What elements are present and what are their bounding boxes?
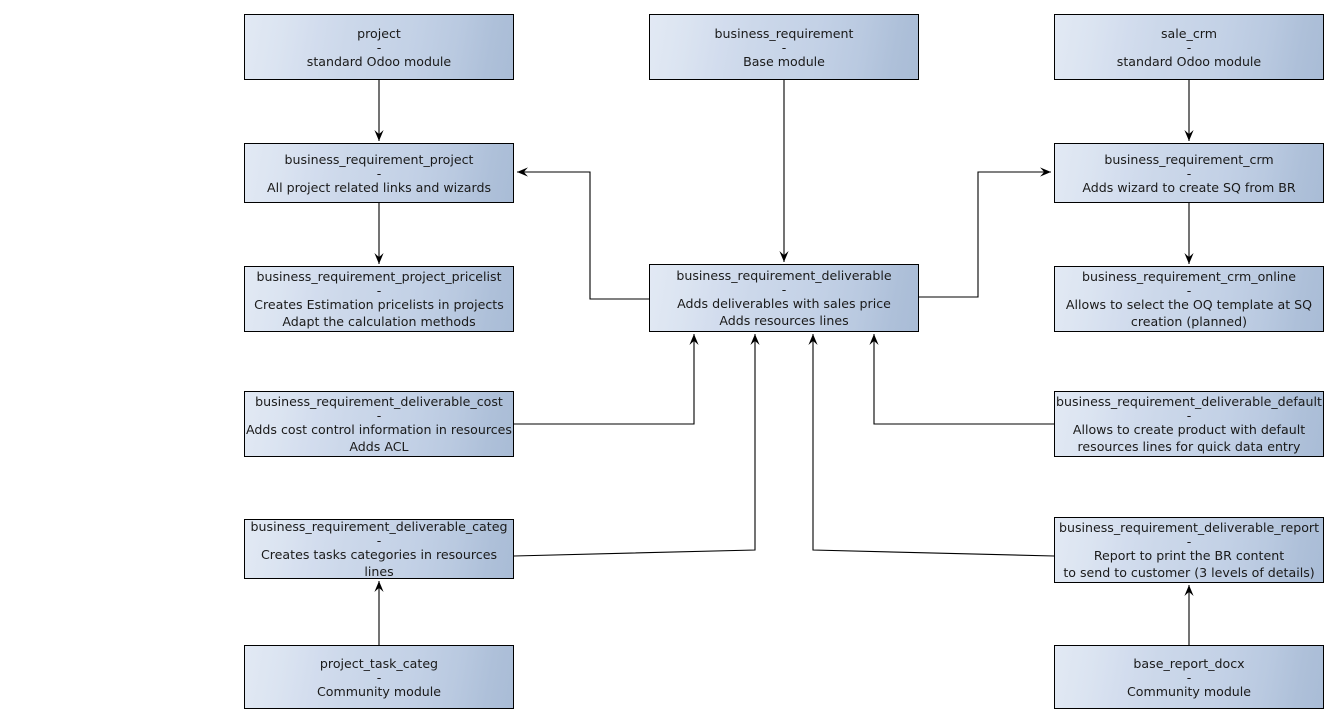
module-separator: -	[1186, 39, 1192, 55]
module-node-business_requirement_deliverable_report[interactable]: business_requirement_deliverable_report -…	[1054, 517, 1324, 583]
edge-sale_crm-to-business_requirement_crm	[1184, 80, 1194, 141]
module-separator: -	[781, 282, 787, 297]
module-separator: -	[376, 533, 382, 548]
edge-business_requirement_project-to-business_requirement_project_pricelist	[374, 203, 384, 264]
edge-layer	[374, 80, 1194, 645]
module-node-business_requirement_deliverable_default[interactable]: business_requirement_deliverable_default…	[1054, 391, 1324, 457]
edge-business_requirement_deliverable_cost-to-business_requirement_deliverable	[514, 334, 699, 425]
module-separator: -	[376, 165, 382, 181]
edge-business_requirement_deliverable_report-to-business_requirement_deliverable	[808, 334, 1055, 557]
module-node-business_requirement_deliverable_cost[interactable]: business_requirement_deliverable_cost - Ad…	[244, 391, 514, 457]
module-separator: -	[376, 283, 382, 298]
module-separator: -	[1186, 283, 1192, 298]
module-description: Creates Estimation pricelists in project…	[254, 297, 504, 329]
module-name: business_requirement_project	[284, 151, 474, 167]
module-node-business_requirement_deliverable_categ[interactable]: business_requirement_deliverable_categ - C…	[244, 519, 514, 579]
module-separator: -	[1186, 165, 1192, 181]
module-description: standard Odoo module	[1116, 53, 1262, 69]
module-description: Community module	[316, 683, 442, 699]
module-separator: -	[1186, 669, 1192, 685]
module-description: Adds wizard to create SQ from BR	[1082, 179, 1296, 195]
module-description: Adds deliverables with sales price Adds …	[677, 296, 891, 328]
edge-business_requirement_deliverable-to-business_requirement_project	[517, 167, 649, 300]
edge-project-to-business_requirement_project	[374, 80, 384, 141]
module-node-project[interactable]: project - standard Odoo module	[244, 14, 514, 80]
edge-business_requirement_deliverable_categ-to-business_requirement_deliverable	[513, 334, 760, 557]
module-name: sale_crm	[1161, 25, 1217, 41]
module-separator: -	[376, 39, 382, 55]
module-node-base_report_docx[interactable]: base_report_docx - Community module	[1054, 645, 1324, 709]
edge-business_requirement_crm-to-business_requirement_crm_online	[1184, 203, 1194, 264]
edge-project_task_categ-to-business_requirement_deliverable_categ	[374, 581, 384, 645]
module-node-business_requirement[interactable]: business_requirement - Base module	[649, 14, 919, 80]
module-description: Allows to create product with default re…	[1072, 422, 1306, 454]
module-name: project	[357, 25, 401, 41]
edge-business_requirement-to-business_requirement_deliverable	[779, 80, 789, 262]
module-name: base_report_docx	[1133, 655, 1245, 671]
module-description: Base module	[743, 53, 825, 69]
module-node-business_requirement_crm_online[interactable]: business_requirement_crm_online - Allows t…	[1054, 266, 1324, 332]
module-node-sale_crm[interactable]: sale_crm - standard Odoo module	[1054, 14, 1324, 80]
module-node-project_task_categ[interactable]: project_task_categ - Community module	[244, 645, 514, 709]
module-node-business_requirement_crm[interactable]: business_requirement_crm - Adds wizard to …	[1054, 143, 1324, 203]
module-separator: -	[781, 39, 787, 55]
edge-base_report_docx-to-business_requirement_deliverable_report	[1184, 585, 1194, 645]
module-name: business_requirement	[714, 25, 854, 41]
module-separator: -	[376, 669, 382, 685]
module-node-business_requirement_deliverable[interactable]: business_requirement_deliverable - Adds de…	[649, 264, 919, 332]
module-separator: -	[1186, 534, 1192, 549]
module-dependency-diagram: project - standard Odoo module business_req…	[0, 0, 1339, 724]
module-description: standard Odoo module	[306, 53, 452, 69]
module-description: Creates tasks categories in resources li…	[260, 547, 497, 579]
module-name: project_task_categ	[319, 655, 439, 671]
module-node-business_requirement_project[interactable]: business_requirement_project - All project…	[244, 143, 514, 203]
module-separator: -	[1186, 408, 1192, 423]
module-separator: -	[376, 408, 382, 423]
module-description: Community module	[1126, 683, 1252, 699]
edge-business_requirement_deliverable-to-business_requirement_crm	[919, 167, 1051, 298]
module-name: business_requirement_crm	[1104, 151, 1274, 167]
module-description: Report to print the BR content to send t…	[1063, 548, 1315, 580]
module-node-business_requirement_project_pricelist[interactable]: business_requirement_project_pricelist - C…	[244, 266, 514, 332]
module-description: All project related links and wizards	[266, 179, 492, 195]
module-description: Allows to select the OQ template at SQ c…	[1065, 297, 1313, 329]
edge-business_requirement_deliverable_default-to-business_requirement_deliverable	[869, 334, 1054, 425]
module-description: Adds cost control information in resourc…	[246, 422, 512, 454]
